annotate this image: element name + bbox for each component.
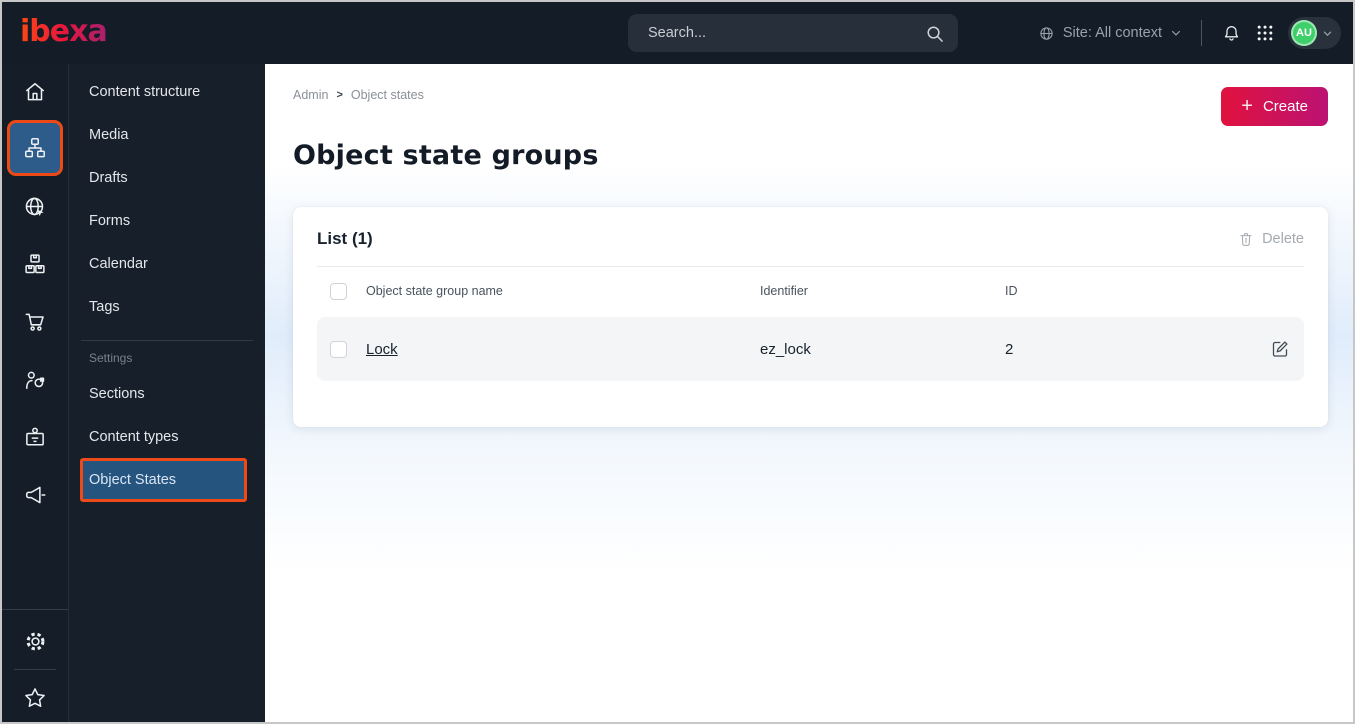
menu-item-calendar[interactable]: Calendar	[69, 242, 266, 285]
ibexa-logo[interactable]: ibexa	[20, 14, 108, 49]
menu-item-tags[interactable]: Tags	[69, 285, 266, 328]
row-name-link[interactable]: Lock	[366, 341, 398, 358]
sidebar-item-site[interactable]	[2, 179, 68, 235]
row-checkbox[interactable]	[330, 340, 347, 358]
sidebar-item-commerce[interactable]	[2, 294, 68, 350]
notifications-bell-icon[interactable]	[1221, 23, 1242, 44]
row-identifier: ez_lock	[760, 340, 811, 358]
menu-section-label: Settings	[89, 351, 133, 365]
chevron-down-icon	[1170, 27, 1182, 39]
delete-button-label: Delete	[1262, 231, 1304, 247]
global-search[interactable]	[628, 14, 958, 52]
home-icon	[22, 79, 48, 105]
sidebar-item-bookmarks[interactable]	[2, 670, 68, 722]
badge-icon	[22, 424, 48, 450]
list-card: List (1) Delete Object state group name …	[293, 207, 1328, 427]
sidebar-item-settings[interactable]	[2, 613, 68, 669]
breadcrumb-admin[interactable]: Admin	[293, 88, 328, 102]
search-icon[interactable]	[925, 24, 944, 43]
menu-sidebar: Content structure Media Drafts Forms Cal…	[68, 64, 265, 722]
cart-icon	[22, 309, 48, 335]
star-icon	[22, 685, 48, 711]
column-header-id: ID	[1005, 284, 1018, 298]
breadcrumb-separator: >	[336, 89, 343, 101]
user-menu[interactable]: AU	[1288, 17, 1341, 49]
menu-item-drafts[interactable]: Drafts	[69, 156, 266, 199]
breadcrumb-current: Object states	[350, 88, 424, 102]
site-context-selector[interactable]: Site: All context	[1038, 25, 1182, 42]
top-bar: ibexa Site: All context	[2, 2, 1353, 64]
sidebar-item-personalization[interactable]	[2, 352, 68, 408]
megaphone-icon	[22, 482, 48, 508]
sidebar-item-content-structure[interactable]	[7, 120, 63, 176]
row-id: 2	[1005, 340, 1014, 358]
create-button-label: Create	[1262, 98, 1308, 115]
table-header: Object state group name Identifier ID	[317, 269, 1304, 313]
trash-icon	[1238, 231, 1254, 248]
menu-item-media[interactable]: Media	[69, 113, 266, 156]
plus-icon: +	[1241, 94, 1253, 117]
main-content: Admin > Object states + Create Object st…	[265, 64, 1353, 722]
sidebar-item-product-catalog[interactable]	[2, 236, 68, 292]
delete-button[interactable]: Delete	[1238, 231, 1304, 248]
edit-icon	[1270, 339, 1290, 359]
card-divider	[317, 266, 1304, 267]
column-header-name: Object state group name	[366, 284, 503, 298]
content-structure-icon	[22, 135, 48, 161]
site-context-label: Site: All context	[1062, 25, 1162, 41]
menu-item-sections[interactable]: Sections	[69, 372, 266, 415]
list-card-header: List (1) Delete	[293, 207, 1328, 249]
icon-sidebar	[2, 64, 68, 722]
menu-item-forms[interactable]: Forms	[69, 199, 266, 242]
select-all-checkbox[interactable]	[330, 282, 347, 300]
sidebar-item-home[interactable]	[2, 64, 68, 120]
column-header-identifier: Identifier	[760, 284, 808, 298]
table-row: Lock ez_lock 2	[317, 317, 1304, 381]
edit-button[interactable]	[1264, 333, 1296, 365]
sidebar-item-marketing[interactable]	[2, 467, 68, 523]
topbar-divider	[1201, 20, 1202, 46]
page-title: Object state groups	[293, 140, 599, 171]
create-button[interactable]: + Create	[1221, 87, 1328, 126]
topbar-right-controls: Site: All context AU	[1038, 2, 1341, 64]
app-switcher-grid-icon[interactable]	[1255, 23, 1275, 43]
chevron-down-icon	[1322, 28, 1333, 39]
app-window: ibexa Site: All context	[0, 0, 1355, 724]
app-body: Content structure Media Drafts Forms Cal…	[2, 64, 1353, 722]
avatar: AU	[1291, 20, 1317, 46]
gear-icon	[22, 628, 49, 655]
person-target-icon	[22, 367, 48, 393]
breadcrumb: Admin > Object states	[293, 88, 424, 102]
menu-item-content-structure[interactable]: Content structure	[69, 70, 266, 113]
list-title: List (1)	[317, 229, 373, 248]
sidebar-divider	[2, 609, 68, 610]
packages-icon	[22, 251, 48, 277]
menu-item-content-types[interactable]: Content types	[69, 415, 266, 458]
globe-icon	[1038, 25, 1055, 42]
sidebar-item-customer-portal[interactable]	[2, 409, 68, 465]
menu-item-object-states[interactable]: Object States	[80, 458, 247, 502]
search-input[interactable]	[628, 25, 925, 41]
menu-divider	[81, 340, 253, 341]
site-globe-icon	[22, 194, 48, 220]
